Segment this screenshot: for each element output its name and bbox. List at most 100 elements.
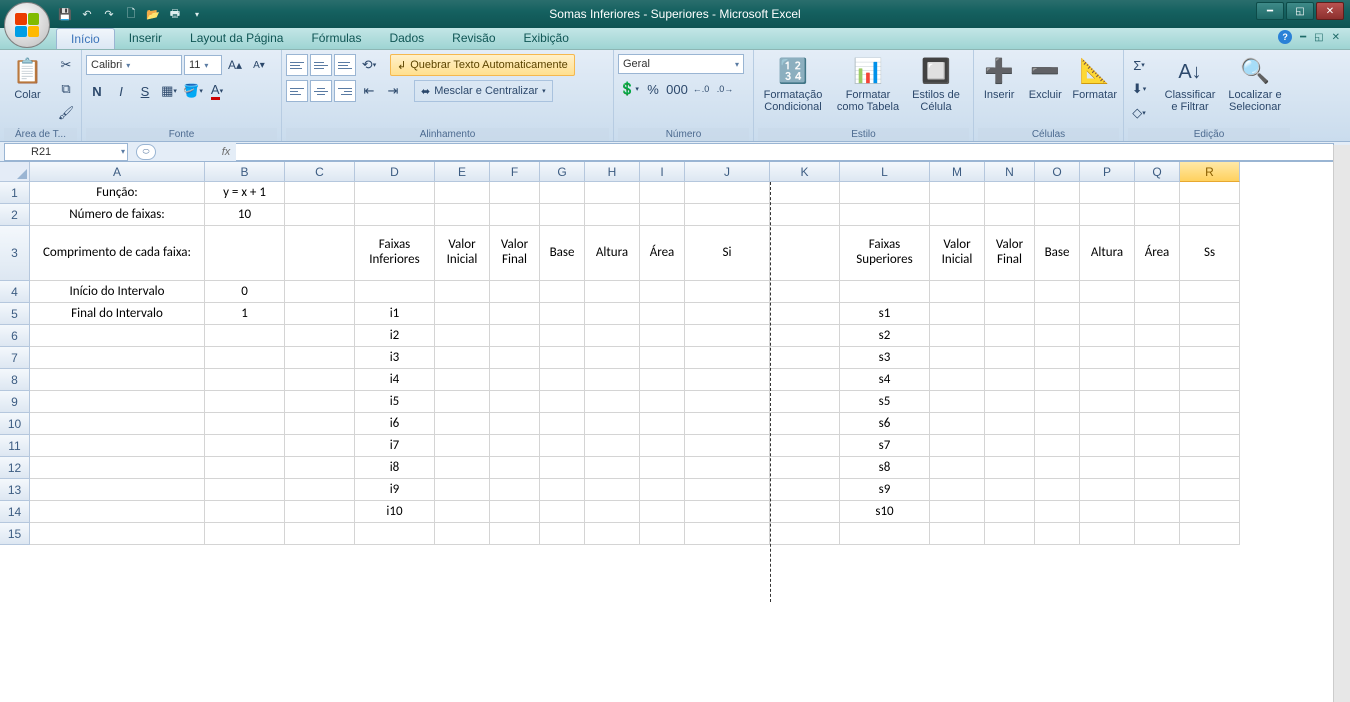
cell[interactable] — [640, 204, 685, 226]
cell[interactable] — [1080, 413, 1135, 435]
cell[interactable]: Ss — [1180, 226, 1240, 281]
cell[interactable] — [285, 182, 355, 204]
cell[interactable] — [490, 435, 540, 457]
cell[interactable] — [930, 523, 985, 545]
minimize-ribbon-icon[interactable]: ━ — [1300, 32, 1306, 43]
cell[interactable] — [770, 435, 840, 457]
cell[interactable] — [1135, 347, 1180, 369]
paste-button[interactable]: 📋 Colar — [4, 54, 51, 104]
cell[interactable] — [985, 457, 1035, 479]
cell[interactable] — [685, 281, 770, 303]
cell[interactable] — [685, 457, 770, 479]
cell[interactable] — [640, 325, 685, 347]
row-header[interactable]: 12 — [0, 457, 30, 479]
cell[interactable] — [685, 347, 770, 369]
cell[interactable] — [435, 523, 490, 545]
sort-filter-button[interactable]: A↓Classificar e Filtrar — [1160, 54, 1220, 115]
cell[interactable]: Área — [1135, 226, 1180, 281]
cell[interactable] — [1180, 501, 1240, 523]
save-icon[interactable]: 💾 — [56, 5, 74, 23]
cell[interactable] — [930, 369, 985, 391]
cell[interactable] — [435, 435, 490, 457]
cell[interactable] — [355, 182, 435, 204]
cell[interactable] — [770, 303, 840, 325]
cell[interactable] — [490, 369, 540, 391]
cell[interactable] — [285, 325, 355, 347]
cell[interactable] — [985, 369, 1035, 391]
cell[interactable] — [640, 457, 685, 479]
cell[interactable] — [285, 204, 355, 226]
column-header[interactable]: C — [285, 162, 355, 182]
cell[interactable] — [770, 325, 840, 347]
minimize-button[interactable]: ━ — [1256, 2, 1284, 20]
font-size-combo[interactable]: 11▾ — [184, 55, 222, 75]
cell[interactable]: i8 — [355, 457, 435, 479]
cell[interactable]: s6 — [840, 413, 930, 435]
cell[interactable]: i5 — [355, 391, 435, 413]
column-header[interactable]: E — [435, 162, 490, 182]
cell[interactable] — [435, 413, 490, 435]
cell[interactable] — [1035, 501, 1080, 523]
cell[interactable]: Valor Final — [985, 226, 1035, 281]
font-color-icon[interactable]: A▾ — [206, 80, 228, 102]
cell[interactable] — [490, 457, 540, 479]
cell[interactable]: s3 — [840, 347, 930, 369]
cell[interactable] — [1080, 391, 1135, 413]
cell[interactable] — [930, 391, 985, 413]
cell[interactable] — [770, 457, 840, 479]
help-icon[interactable]: ? — [1278, 30, 1292, 44]
cell[interactable] — [1035, 182, 1080, 204]
autosum-icon[interactable]: Σ▾ — [1128, 54, 1150, 76]
cell[interactable] — [540, 501, 585, 523]
cell[interactable]: Faixas Superiores — [840, 226, 930, 281]
cell[interactable]: s2 — [840, 325, 930, 347]
cell[interactable] — [985, 391, 1035, 413]
cell[interactable]: Função: — [30, 182, 205, 204]
cell[interactable] — [1035, 435, 1080, 457]
row-header[interactable]: 6 — [0, 325, 30, 347]
cell[interactable] — [1180, 457, 1240, 479]
cell[interactable] — [1135, 303, 1180, 325]
cell[interactable] — [30, 391, 205, 413]
cell[interactable] — [285, 281, 355, 303]
cell[interactable] — [490, 501, 540, 523]
cell[interactable] — [1180, 413, 1240, 435]
tab-dados[interactable]: Dados — [375, 28, 438, 49]
cell[interactable] — [685, 501, 770, 523]
cell[interactable] — [435, 479, 490, 501]
cell[interactable] — [770, 347, 840, 369]
cell[interactable] — [540, 479, 585, 501]
office-button[interactable] — [4, 2, 50, 48]
tab-exibição[interactable]: Exibição — [510, 28, 583, 49]
cell[interactable] — [985, 182, 1035, 204]
new-icon[interactable]: 🗋 — [122, 5, 140, 23]
cell[interactable] — [205, 391, 285, 413]
cell[interactable] — [640, 347, 685, 369]
cell[interactable] — [1080, 281, 1135, 303]
cell[interactable] — [285, 226, 355, 281]
cell[interactable] — [640, 369, 685, 391]
cell[interactable]: Final do Intervalo — [30, 303, 205, 325]
cell[interactable] — [205, 413, 285, 435]
cell[interactable] — [30, 325, 205, 347]
cell[interactable] — [640, 303, 685, 325]
cell[interactable] — [205, 369, 285, 391]
cell[interactable] — [985, 204, 1035, 226]
cell[interactable] — [930, 435, 985, 457]
row-header[interactable]: 1 — [0, 182, 30, 204]
cell[interactable] — [685, 182, 770, 204]
maximize-button[interactable]: ◱ — [1286, 2, 1314, 20]
cell[interactable] — [585, 413, 640, 435]
cell[interactable] — [640, 523, 685, 545]
cell[interactable] — [985, 413, 1035, 435]
cell[interactable] — [1080, 204, 1135, 226]
wrap-text-button[interactable]: ↲Quebrar Texto Automaticamente — [390, 54, 575, 76]
select-all-button[interactable] — [0, 162, 30, 182]
cell[interactable] — [1135, 523, 1180, 545]
increase-indent-icon[interactable]: ⇥ — [382, 80, 404, 102]
cell[interactable] — [585, 501, 640, 523]
cell[interactable] — [1035, 204, 1080, 226]
cell[interactable] — [840, 182, 930, 204]
copy-icon[interactable]: ⧉ — [55, 78, 77, 100]
cell[interactable]: s5 — [840, 391, 930, 413]
